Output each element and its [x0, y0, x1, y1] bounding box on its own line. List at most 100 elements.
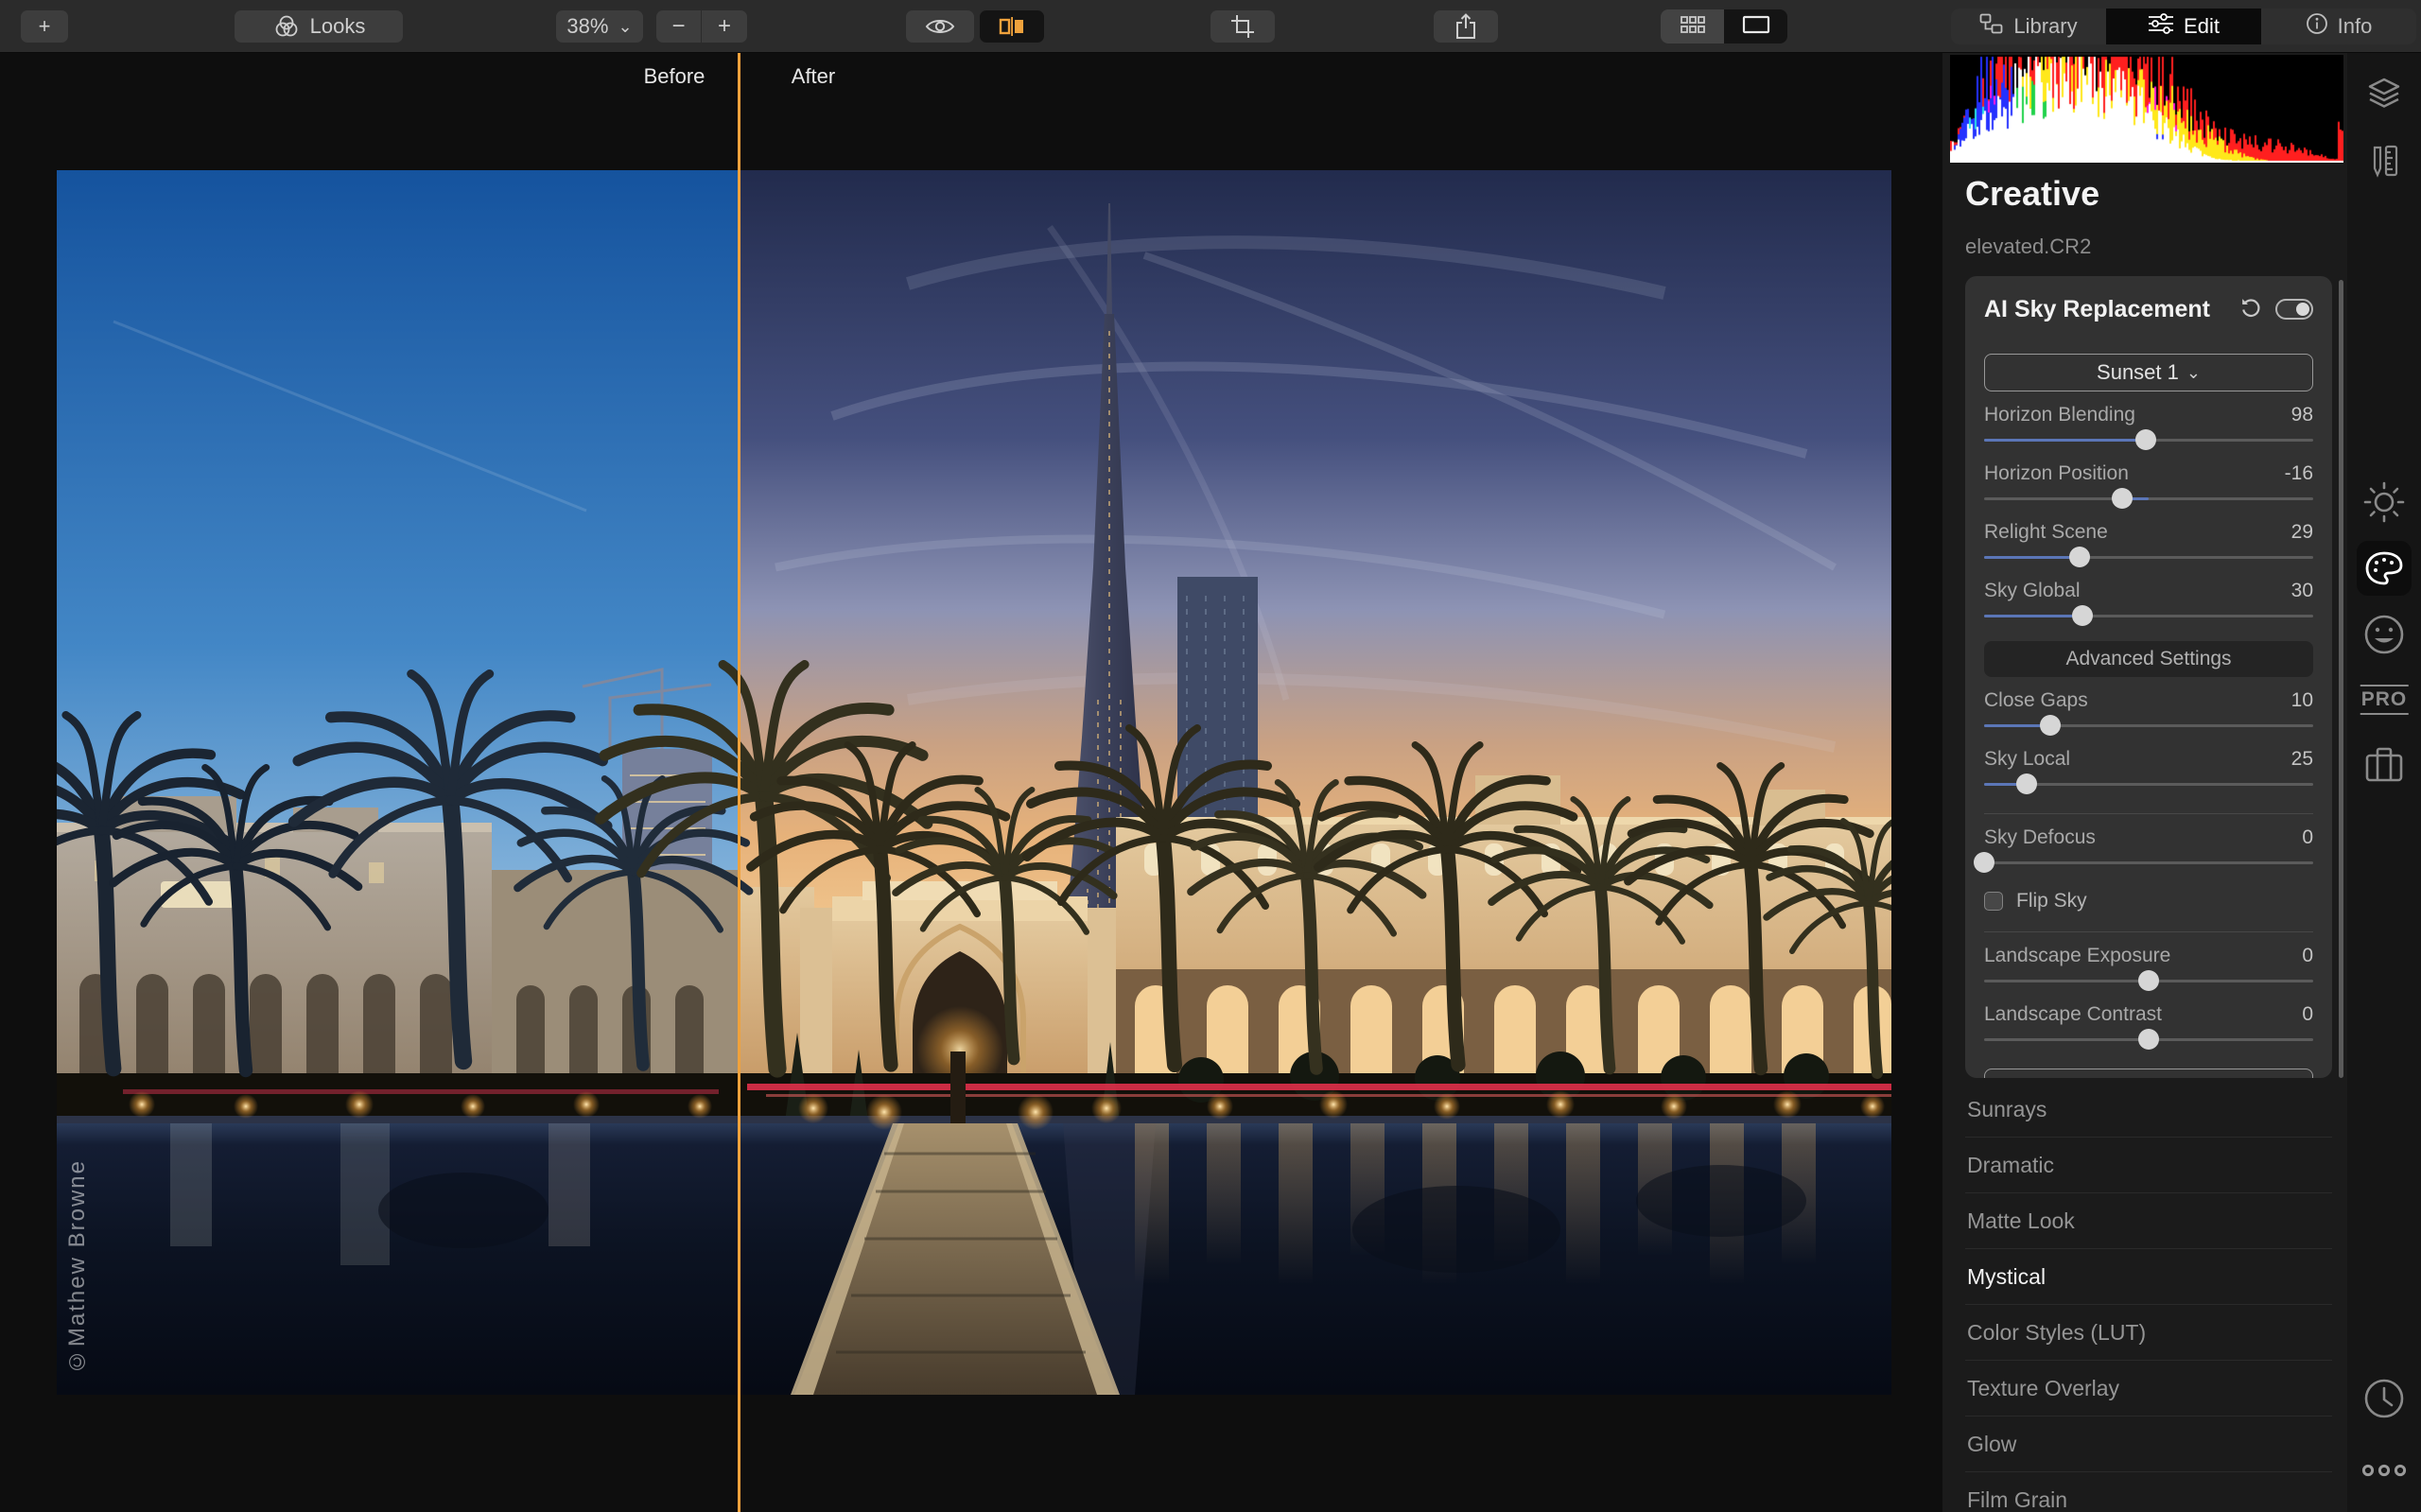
- editor-canvas: Before After ©Mathew Browne: [0, 53, 1942, 1512]
- portrait-smiley-icon[interactable]: [2362, 613, 2406, 656]
- slider-value: 29: [2290, 521, 2313, 543]
- slider-sky-global: Sky Global 30: [1984, 580, 2313, 626]
- tab-edit-label: Edit: [2184, 14, 2220, 38]
- looks-icon: [272, 13, 301, 40]
- sky-preset-dropdown[interactable]: Sunset 1 ⌄: [1984, 354, 2313, 391]
- history-clock-icon[interactable]: [2362, 1377, 2406, 1420]
- flip-sky-row: Flip Sky: [1984, 890, 2313, 912]
- crop-button[interactable]: [1210, 10, 1275, 43]
- export-share-button[interactable]: [1434, 10, 1498, 43]
- section-item-film-grain[interactable]: Film Grain: [1965, 1472, 2332, 1512]
- slider-track[interactable]: [1984, 715, 2313, 736]
- slider-track[interactable]: [1984, 773, 2313, 794]
- photographer-watermark: ©Mathew Browne: [64, 1158, 90, 1374]
- before-label: Before: [643, 64, 705, 88]
- single-view-button[interactable]: [1724, 9, 1787, 43]
- slider-landscape-contrast: Landscape Contrast 0: [1984, 1003, 2313, 1050]
- compare-toggle-button[interactable]: [980, 10, 1044, 43]
- palette-icon: [2365, 551, 2403, 585]
- chevron-down-icon: ⌄: [618, 16, 633, 36]
- tool-title: AI Sky Replacement: [1984, 295, 2210, 322]
- edit-tools-icon[interactable]: [2369, 144, 2399, 178]
- tool-enabled-toggle[interactable]: [2275, 299, 2313, 320]
- photo-scene: [57, 170, 1891, 1395]
- slider-value: 10: [2290, 689, 2313, 711]
- creative-sections: Sunrays Dramatic Matte Look Mystical Color S…: [1965, 1082, 2332, 1512]
- slider-value: -16: [2284, 462, 2313, 484]
- panel-scrollbar[interactable]: [2339, 280, 2343, 1078]
- grid-view-icon: [1680, 15, 1705, 38]
- before-after-compare-icon: [998, 15, 1026, 38]
- slider-close-gaps: Close Gaps 10: [1984, 689, 2313, 736]
- slider-track[interactable]: [1984, 1029, 2313, 1050]
- reset-icon[interactable]: [2239, 296, 2262, 323]
- section-item-glow[interactable]: Glow: [1965, 1416, 2332, 1472]
- section-item-dramatic[interactable]: Dramatic: [1965, 1138, 2332, 1193]
- crop-icon: [1229, 13, 1256, 40]
- slider-track[interactable]: [1984, 605, 2313, 626]
- slider-label: Landscape Exposure: [1984, 945, 2171, 966]
- ai-sky-replacement-card: AI Sky Replacement Sunset 1 ⌄ Horizon Bl…: [1965, 276, 2332, 1078]
- slider-horizon-blending: Horizon Blending 98: [1984, 404, 2313, 450]
- creative-palette-active[interactable]: [2357, 541, 2412, 596]
- layers-icon[interactable]: [2367, 78, 2401, 108]
- show-original-button[interactable]: [906, 10, 974, 43]
- section-item-color-styles-lut-[interactable]: Color Styles (LUT): [1965, 1305, 2332, 1361]
- before-after-divider[interactable]: [738, 53, 740, 1512]
- slider-value: 0: [2302, 945, 2313, 966]
- section-item-matte-look[interactable]: Matte Look: [1965, 1193, 2332, 1249]
- edit-mask-button[interactable]: Edit Mask ⌄: [1984, 1069, 2313, 1078]
- top-toolbar: + Looks 38% ⌄ − + Library Edit Info: [0, 0, 2421, 53]
- add-photos-button[interactable]: +: [21, 10, 68, 43]
- tab-info[interactable]: Info: [2261, 9, 2416, 44]
- slider-track[interactable]: [1984, 547, 2313, 567]
- advanced-settings-button[interactable]: Advanced Settings: [1984, 641, 2313, 677]
- slider-track[interactable]: [1984, 970, 2313, 991]
- single-view-icon: [1742, 15, 1770, 39]
- section-item-sunrays[interactable]: Sunrays: [1965, 1082, 2332, 1138]
- briefcase-icon[interactable]: [2363, 745, 2405, 783]
- slider-value: 25: [2290, 748, 2313, 770]
- photo-canvas[interactable]: ©Mathew Browne: [57, 170, 1891, 1395]
- more-options-icon[interactable]: [2360, 1464, 2408, 1477]
- zoom-level-dropdown[interactable]: 38% ⌄: [556, 10, 643, 43]
- flip-sky-label: Flip Sky: [2016, 890, 2087, 912]
- sky-preset-value: Sunset 1: [2097, 360, 2179, 384]
- after-label: After: [791, 64, 836, 88]
- zoom-out-button[interactable]: −: [656, 10, 702, 43]
- divider: [1984, 813, 2313, 814]
- eye-icon: [925, 16, 955, 37]
- plus-icon: +: [38, 14, 51, 38]
- tab-edit[interactable]: Edit: [2106, 9, 2261, 44]
- panel-title: Creative: [1965, 174, 2100, 213]
- filename-label: elevated.CR2: [1965, 235, 2092, 258]
- slider-track[interactable]: [1984, 488, 2313, 509]
- essentials-sun-icon[interactable]: [2362, 480, 2406, 524]
- chevron-down-icon: ⌄: [2191, 1078, 2205, 1079]
- slider-label: Relight Scene: [1984, 521, 2108, 543]
- slider-track[interactable]: [1984, 429, 2313, 450]
- edit-side-panel: Creative elevated.CR2 AI Sky Replacement…: [1942, 53, 2347, 1512]
- professional-pro-icon[interactable]: PRO: [2360, 685, 2409, 715]
- slider-sky-defocus: Sky Defocus 0: [1974, 826, 2313, 873]
- view-mode-toggle: [1661, 9, 1787, 43]
- slider-track[interactable]: [1974, 852, 2313, 873]
- section-item-mystical[interactable]: Mystical: [1965, 1249, 2332, 1305]
- slider-label: Landscape Contrast: [1984, 1003, 2162, 1025]
- divider: [1984, 931, 2313, 932]
- flip-sky-checkbox[interactable]: [1984, 892, 2003, 911]
- slider-label: Sky Local: [1984, 748, 2071, 770]
- slider-label: Horizon Blending: [1984, 404, 2135, 426]
- zoom-in-button[interactable]: +: [702, 10, 747, 43]
- looks-label: Looks: [309, 14, 366, 38]
- slider-landscape-exposure: Landscape Exposure 0: [1984, 945, 2313, 991]
- slider-value: 0: [2302, 826, 2313, 848]
- edit-sliders-icon: [2148, 12, 2174, 41]
- grid-view-button[interactable]: [1661, 9, 1724, 43]
- share-icon: [1454, 12, 1478, 41]
- slider-value: 98: [2290, 404, 2313, 426]
- tab-library[interactable]: Library: [1951, 9, 2106, 44]
- slider-relight-scene: Relight Scene 29: [1984, 521, 2313, 567]
- section-item-texture-overlay[interactable]: Texture Overlay: [1965, 1361, 2332, 1416]
- looks-button[interactable]: Looks: [235, 10, 403, 43]
